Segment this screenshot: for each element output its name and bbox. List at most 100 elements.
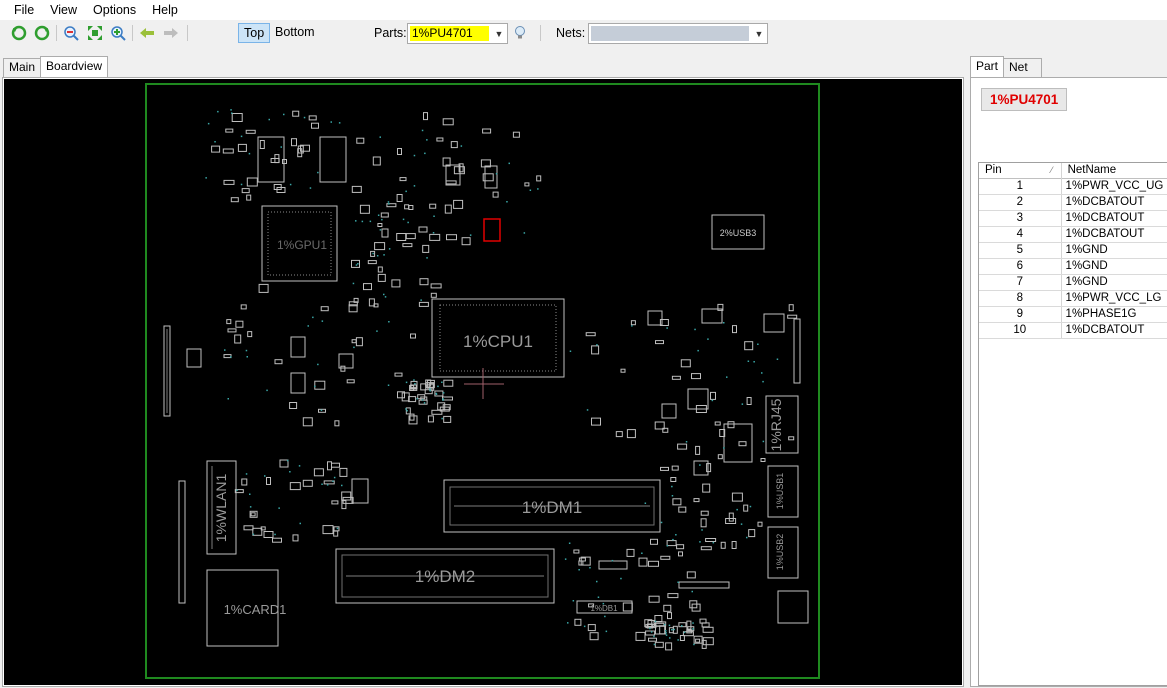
via xyxy=(672,538,674,541)
via xyxy=(596,344,598,346)
smd-component xyxy=(660,555,671,560)
smd-component xyxy=(423,112,428,121)
via xyxy=(683,631,686,634)
zoom-in-icon[interactable] xyxy=(109,24,127,42)
smd-component xyxy=(252,527,263,536)
menu-options[interactable]: Options xyxy=(85,0,144,20)
label-dm1: 1%DM1 xyxy=(522,498,582,517)
via xyxy=(523,232,526,234)
nets-combo-value[interactable] xyxy=(591,26,749,41)
column-header-pin[interactable]: Pin ⁄ xyxy=(979,163,1062,179)
via xyxy=(314,385,316,388)
via xyxy=(376,330,378,332)
smd-component xyxy=(648,637,657,642)
table-row[interactable]: 2 1%DCBATOUT xyxy=(979,195,1167,211)
via xyxy=(753,361,755,363)
smd-component xyxy=(377,273,386,282)
pcb-drawing[interactable]: 2%USB3 1%CPU1 1%GPU1 1%RJ45 1%USB1 1%USB… xyxy=(4,79,962,685)
pin-number: 2 xyxy=(979,195,1062,210)
table-row[interactable]: 3 1%DCBATOUT xyxy=(979,211,1167,227)
chevron-down-icon[interactable]: ▼ xyxy=(491,24,507,43)
via xyxy=(287,459,289,462)
via xyxy=(597,596,600,598)
net-name: 1%PWR_VCC_UG xyxy=(1062,179,1167,194)
via xyxy=(326,484,329,486)
label-db1: 1%DB1 xyxy=(590,604,618,613)
smd-component xyxy=(396,194,403,202)
via xyxy=(740,523,743,525)
via xyxy=(230,109,232,111)
via xyxy=(309,187,312,189)
smd-component xyxy=(245,129,256,134)
via xyxy=(372,252,374,255)
smd-component xyxy=(686,571,696,579)
smd-component xyxy=(436,137,444,142)
selected-part-chip[interactable]: 1%PU4701 xyxy=(981,88,1068,111)
tab-net[interactable]: Net xyxy=(1003,58,1043,77)
via xyxy=(572,600,575,602)
smd-component xyxy=(320,306,329,312)
boardview-canvas[interactable]: 2%USB3 1%CPU1 1%GPU1 1%RJ45 1%USB1 1%USB… xyxy=(4,79,962,685)
table-row[interactable]: 9 1%PHASE1G xyxy=(979,307,1167,323)
via xyxy=(712,541,715,544)
rotate-right-icon[interactable] xyxy=(33,24,51,42)
fit-board-icon[interactable] xyxy=(86,24,104,42)
smd-component xyxy=(427,415,434,423)
via xyxy=(320,409,323,411)
forward-arrow-icon[interactable] xyxy=(162,24,180,42)
smd-component xyxy=(654,641,664,648)
smd-component xyxy=(377,266,383,273)
via xyxy=(631,325,633,327)
tab-main[interactable]: Main xyxy=(3,58,42,77)
menu-help[interactable]: Help xyxy=(144,0,186,20)
table-row[interactable]: 7 1%GND xyxy=(979,275,1167,291)
menu-bar: File View Options Help xyxy=(0,0,1167,20)
smd-component xyxy=(442,118,454,126)
smd-component xyxy=(700,546,712,551)
parts-combo-value[interactable]: 1%PU4701 xyxy=(410,26,489,41)
chevron-down-icon[interactable]: ▼ xyxy=(751,24,767,43)
chip-footprint xyxy=(319,136,347,183)
smd-component xyxy=(591,417,601,426)
via xyxy=(406,410,408,412)
table-row[interactable]: 1 1%PWR_VCC_UG xyxy=(979,179,1167,195)
table-row[interactable]: 10 1%DCBATOUT xyxy=(979,323,1167,339)
smd-component xyxy=(660,466,669,471)
column-header-netname[interactable]: NetName xyxy=(1062,163,1167,179)
via xyxy=(435,393,438,395)
via xyxy=(333,476,336,479)
smd-component xyxy=(760,458,766,462)
via xyxy=(379,136,381,138)
menu-view[interactable]: View xyxy=(42,0,85,20)
net-name: 1%DCBATOUT xyxy=(1062,211,1167,226)
nets-combo[interactable]: ▼ xyxy=(588,23,768,44)
rotate-left-icon[interactable] xyxy=(10,24,28,42)
tab-part[interactable]: Part xyxy=(970,56,1005,77)
lightbulb-icon[interactable] xyxy=(511,24,529,42)
top-side-toggle[interactable]: Top xyxy=(238,23,271,43)
zoom-out-icon[interactable] xyxy=(62,24,80,42)
bottom-side-toggle[interactable]: Bottom xyxy=(270,23,320,43)
pin-number: 4 xyxy=(979,227,1062,242)
via xyxy=(227,398,229,400)
via xyxy=(564,558,567,560)
table-row[interactable]: 5 1%GND xyxy=(979,243,1167,259)
via xyxy=(312,316,314,319)
smd-component xyxy=(665,642,673,651)
via xyxy=(589,567,591,569)
smd-component xyxy=(743,504,749,512)
tab-boardview[interactable]: Boardview xyxy=(40,56,109,77)
smd-component xyxy=(638,557,648,567)
smd-component xyxy=(536,175,542,182)
back-arrow-icon[interactable] xyxy=(138,24,156,42)
via xyxy=(341,484,343,487)
table-row[interactable]: 6 1%GND xyxy=(979,259,1167,275)
parts-combo[interactable]: 1%PU4701 ▼ xyxy=(407,23,508,44)
via xyxy=(578,569,580,571)
smd-component xyxy=(359,204,370,214)
table-row[interactable]: 8 1%PWR_VCC_LG xyxy=(979,291,1167,307)
menu-file[interactable]: File xyxy=(0,0,42,20)
table-row[interactable]: 4 1%DCBATOUT xyxy=(979,227,1167,243)
smd-component xyxy=(409,413,415,421)
via xyxy=(460,145,463,147)
